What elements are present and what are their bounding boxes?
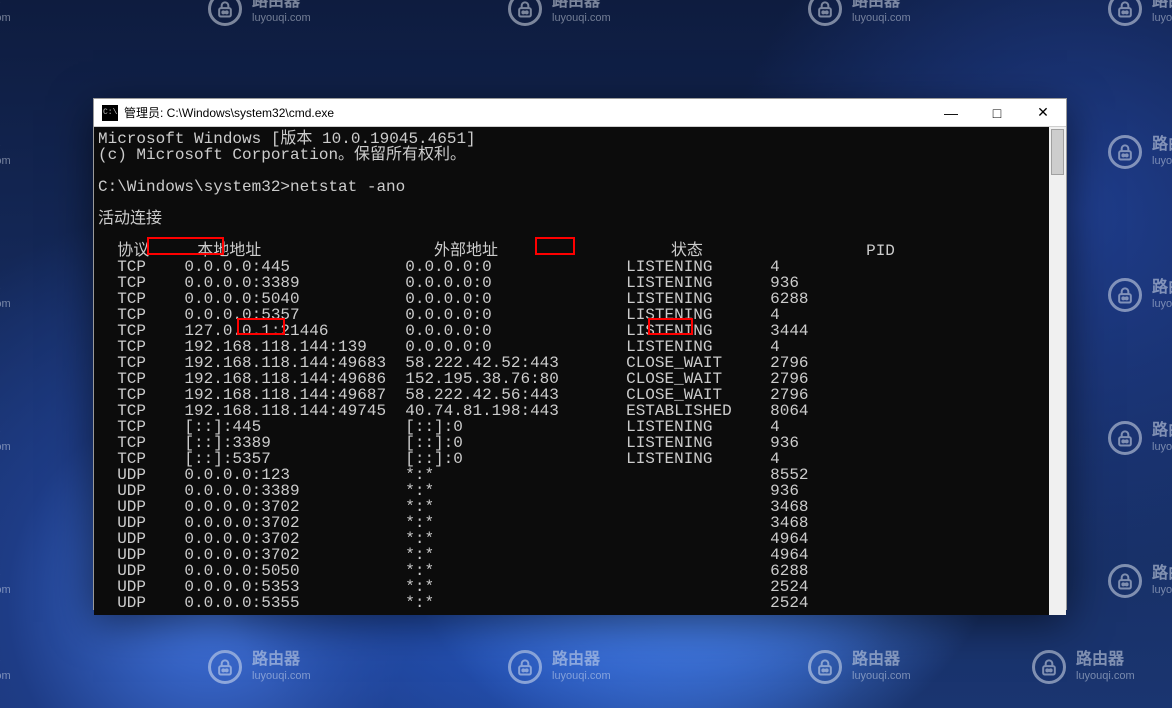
watermark-url: luyouqi.com (252, 12, 311, 25)
watermark: 路由器luyouqi.com (0, 650, 11, 684)
watermark-url: luyouqi.com (852, 670, 911, 683)
watermark-text: 路由器 (852, 651, 911, 669)
watermark: 路由器luyouqi.com (1108, 564, 1172, 598)
watermark-text: 路由器 (0, 279, 11, 297)
watermark-url: luyouqi.com (0, 155, 11, 168)
lock-icon (508, 0, 542, 26)
watermark: 路由器luyouqi.com (1108, 421, 1172, 455)
lock-icon (808, 650, 842, 684)
lock-icon (1108, 0, 1142, 26)
watermark-text: 路由器 (552, 651, 611, 669)
watermark: 路由器luyouqi.com (1108, 278, 1172, 312)
watermark: 路由器luyouqi.com (208, 0, 311, 26)
watermark-url: luyouqi.com (552, 12, 611, 25)
watermark-url: luyouqi.com (552, 670, 611, 683)
window-title: 管理员: C:\Windows\system32\cmd.exe (124, 104, 334, 121)
terminal-output[interactable]: Microsoft Windows [版本 10.0.19045.4651] (… (94, 127, 1049, 615)
watermark: 路由器luyouqi.com (0, 421, 11, 455)
watermark-url: luyouqi.com (1152, 155, 1172, 168)
titlebar[interactable]: 管理员: C:\Windows\system32\cmd.exe — □ ✕ (94, 99, 1066, 127)
watermark-url: luyouqi.com (852, 12, 911, 25)
watermark-text: 路由器 (1152, 136, 1172, 154)
lock-icon (1108, 278, 1142, 312)
scrollbar-thumb[interactable] (1051, 129, 1064, 175)
cmd-window: 管理员: C:\Windows\system32\cmd.exe — □ ✕ M… (93, 98, 1067, 610)
watermark-text: 路由器 (252, 651, 311, 669)
watermark-url: luyouqi.com (0, 670, 11, 683)
watermark: 路由器luyouqi.com (808, 0, 911, 26)
watermark-text: 路由器 (1152, 565, 1172, 583)
lock-icon (1108, 564, 1142, 598)
watermark-text: 路由器 (852, 0, 911, 12)
watermark: 路由器luyouqi.com (0, 278, 11, 312)
watermark-text: 路由器 (552, 0, 611, 12)
watermark-url: luyouqi.com (1076, 670, 1135, 683)
watermark-text: 路由器 (1152, 422, 1172, 440)
lock-icon (1108, 135, 1142, 169)
watermark: 路由器luyouqi.com (208, 650, 311, 684)
watermark-url: luyouqi.com (1152, 298, 1172, 311)
watermark: 路由器luyouqi.com (0, 564, 11, 598)
watermark-text: 路由器 (1152, 0, 1172, 12)
watermark-text: 路由器 (0, 136, 11, 154)
maximize-button[interactable]: □ (974, 99, 1020, 127)
cmd-icon (102, 105, 118, 121)
watermark: 路由器luyouqi.com (0, 0, 11, 26)
watermark-text: 路由器 (0, 0, 11, 12)
watermark-text: 路由器 (0, 651, 11, 669)
lock-icon (208, 650, 242, 684)
lock-icon (1108, 421, 1142, 455)
watermark: 路由器luyouqi.com (508, 0, 611, 26)
lock-icon (808, 0, 842, 26)
terminal-area: Microsoft Windows [版本 10.0.19045.4651] (… (94, 127, 1066, 615)
watermark-url: luyouqi.com (1152, 584, 1172, 597)
watermark-text: 路由器 (252, 0, 311, 12)
watermark-text: 路由器 (1152, 279, 1172, 297)
lock-icon (1032, 650, 1066, 684)
lock-icon (208, 0, 242, 26)
watermark-url: luyouqi.com (0, 441, 11, 454)
vertical-scrollbar[interactable] (1049, 127, 1066, 615)
watermark-text: 路由器 (0, 422, 11, 440)
watermark: 路由器luyouqi.com (1108, 0, 1172, 26)
watermark-text: 路由器 (0, 565, 11, 583)
watermark: 路由器luyouqi.com (1108, 135, 1172, 169)
watermark-url: luyouqi.com (1152, 441, 1172, 454)
watermark-url: luyouqi.com (0, 298, 11, 311)
watermark: 路由器luyouqi.com (0, 135, 11, 169)
watermark-url: luyouqi.com (0, 12, 11, 25)
minimize-button[interactable]: — (928, 99, 974, 127)
watermark: 路由器luyouqi.com (808, 650, 911, 684)
watermark-url: luyouqi.com (1152, 12, 1172, 25)
desktop-wallpaper: 路由器luyouqi.com路由器luyouqi.com路由器luyouqi.c… (0, 0, 1172, 708)
close-button[interactable]: ✕ (1020, 99, 1066, 127)
lock-icon (508, 650, 542, 684)
watermark: 路由器luyouqi.com (1032, 650, 1135, 684)
watermark-text: 路由器 (1076, 651, 1135, 669)
watermark-url: luyouqi.com (252, 670, 311, 683)
watermark: 路由器luyouqi.com (508, 650, 611, 684)
watermark-url: luyouqi.com (0, 584, 11, 597)
